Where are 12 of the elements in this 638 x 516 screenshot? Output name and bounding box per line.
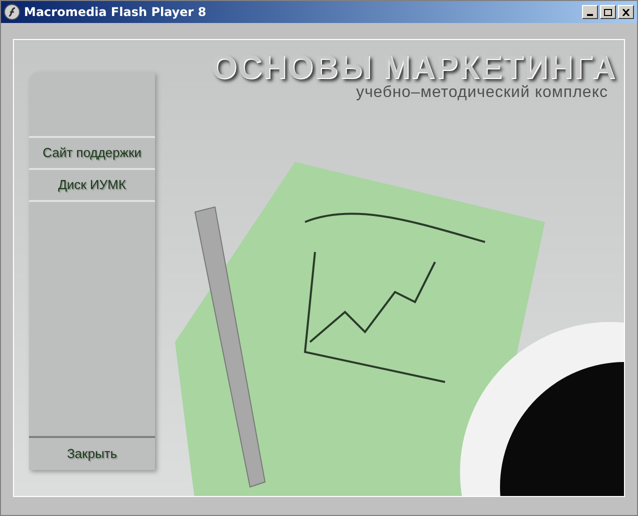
close-button[interactable]: Закрыть bbox=[29, 438, 155, 470]
minimize-button[interactable] bbox=[582, 5, 598, 19]
maximize-icon bbox=[604, 8, 612, 16]
menu-item[interactable]: Диск ИУМК bbox=[29, 170, 155, 202]
header-title: ОСНОВЫ МАРКЕТИНГА bbox=[211, 50, 616, 84]
flash-logo-icon bbox=[4, 4, 20, 20]
header-subtitle: учебно–методический комплекс bbox=[356, 84, 608, 102]
menu-item[interactable]: Сайт поддержки bbox=[29, 138, 155, 170]
maximize-button[interactable] bbox=[600, 5, 616, 19]
close-button[interactable] bbox=[618, 5, 634, 19]
window-title: Macromedia Flash Player 8 bbox=[24, 4, 206, 21]
close-icon bbox=[622, 8, 630, 16]
